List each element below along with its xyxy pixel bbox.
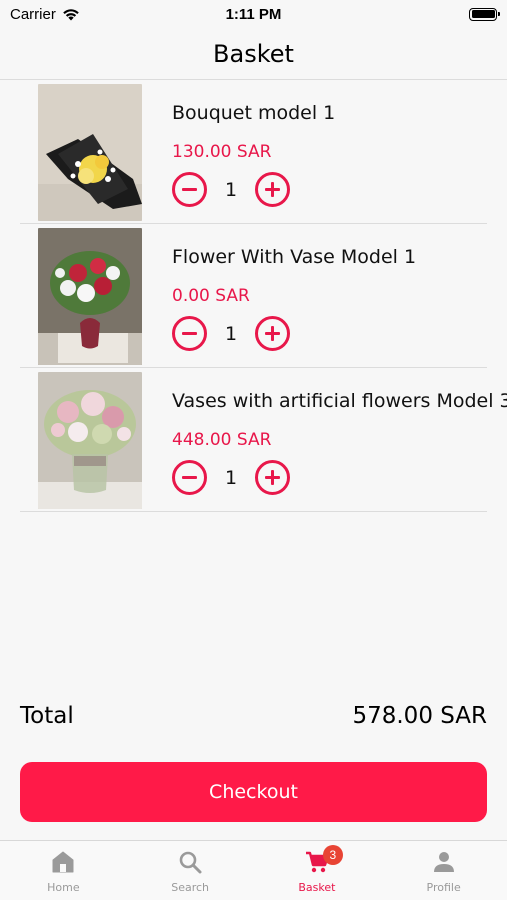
tab-bar: Home Search 3 Basket Profile bbox=[0, 840, 507, 900]
quantity-value: 1 bbox=[224, 178, 238, 201]
basket-item: Vases with artificial flowers Model 3 44… bbox=[20, 368, 507, 512]
basket-item: Bouquet model 1 130.00 SAR 1 bbox=[20, 80, 487, 224]
person-icon bbox=[433, 852, 454, 872]
status-bar: Carrier 1:11 PM bbox=[0, 0, 507, 28]
item-price: 130.00 SAR bbox=[172, 142, 272, 162]
basket-list: Bouquet model 1 130.00 SAR 1 Flower With… bbox=[0, 80, 507, 512]
item-name: Flower With Vase Model 1 bbox=[172, 246, 417, 268]
tab-label: Search bbox=[171, 881, 210, 894]
item-price: 0.00 SAR bbox=[172, 286, 250, 306]
nav-bar: Basket bbox=[0, 28, 507, 80]
page-title: Basket bbox=[213, 39, 294, 68]
tab-profile[interactable]: Profile bbox=[380, 841, 507, 900]
tab-label: Profile bbox=[426, 881, 461, 894]
tab-home[interactable]: Home bbox=[0, 841, 127, 900]
item-name: Vases with artificial flowers Model 3 bbox=[172, 390, 507, 412]
cart-count-badge: 3 bbox=[322, 845, 343, 865]
decrease-quantity-button[interactable] bbox=[172, 460, 207, 495]
total-row: Total 578.00 SAR bbox=[20, 703, 487, 729]
tab-label: Home bbox=[47, 881, 80, 894]
tab-basket[interactable]: 3 Basket bbox=[254, 841, 381, 900]
search-icon bbox=[179, 851, 202, 874]
quantity-stepper: 1 bbox=[172, 172, 290, 207]
bouquet-photo bbox=[38, 84, 142, 221]
checkout-button[interactable]: Checkout bbox=[20, 762, 487, 822]
status-left: Carrier bbox=[10, 6, 80, 23]
increase-quantity-button[interactable] bbox=[255, 172, 290, 207]
artificial-flowers-vase-photo bbox=[38, 372, 142, 509]
wifi-icon bbox=[63, 8, 79, 20]
increase-quantity-button[interactable] bbox=[255, 316, 290, 351]
quantity-value: 1 bbox=[224, 466, 238, 489]
basket-item: Flower With Vase Model 1 0.00 SAR 1 bbox=[20, 224, 487, 368]
decrease-quantity-button[interactable] bbox=[172, 316, 207, 351]
item-price: 448.00 SAR bbox=[172, 430, 272, 450]
total-label: Total bbox=[20, 703, 74, 729]
item-name: Bouquet model 1 bbox=[172, 102, 336, 124]
home-icon bbox=[52, 851, 74, 873]
quantity-stepper: 1 bbox=[172, 316, 290, 351]
battery-icon bbox=[469, 7, 500, 21]
checkout-label: Checkout bbox=[209, 781, 298, 803]
tab-search[interactable]: Search bbox=[127, 841, 254, 900]
decrease-quantity-button[interactable] bbox=[172, 172, 207, 207]
flower-vase-photo bbox=[38, 228, 142, 365]
quantity-value: 1 bbox=[224, 322, 238, 345]
total-value: 578.00 SAR bbox=[352, 703, 487, 729]
increase-quantity-button[interactable] bbox=[255, 460, 290, 495]
tab-label: Basket bbox=[298, 881, 336, 894]
quantity-stepper: 1 bbox=[172, 460, 290, 495]
carrier-label: Carrier bbox=[10, 5, 56, 23]
